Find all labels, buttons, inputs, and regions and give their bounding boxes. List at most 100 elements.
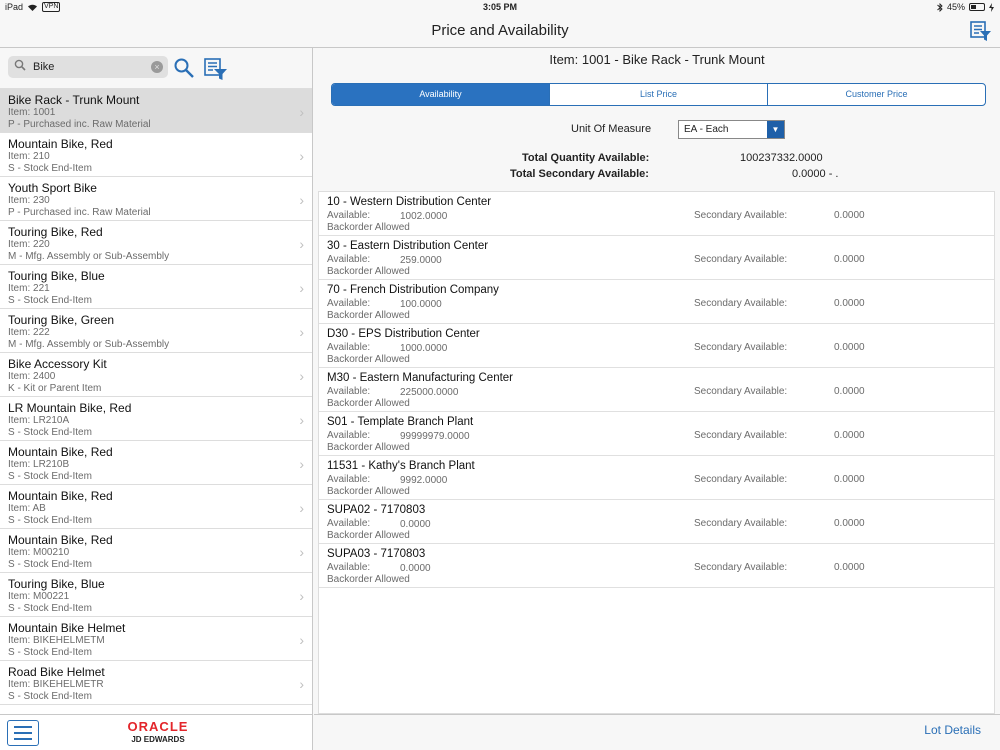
chevron-right-icon: › (299, 588, 304, 604)
uom-label: Unit Of Measure (571, 123, 652, 135)
available-label: Available: (327, 342, 371, 353)
page-title: Price and Availability (431, 22, 569, 39)
item-name: Touring Bike, Blue (8, 577, 105, 591)
secondary-value: 0.0000 (834, 210, 865, 221)
list-item[interactable]: Mountain Bike, Red Item: 210 S - Stock End… (0, 133, 312, 177)
battery-percent: 45% (946, 2, 965, 12)
available-value: 259.0000 (400, 255, 442, 266)
battery-icon (969, 3, 985, 11)
item-number: Item: LR210B (8, 459, 70, 470)
branch-name: S01 - Template Branch Plant (327, 416, 474, 428)
chevron-right-icon: › (299, 368, 304, 384)
available-value: 225000.0000 (400, 387, 459, 398)
list-item[interactable]: Bike Rack - Trunk Mount Item: 1001 P - Pur… (0, 89, 312, 133)
item-name: Bike Accessory Kit (8, 357, 107, 371)
available-label: Available: (327, 518, 371, 529)
backorder-label: Backorder Allowed (327, 266, 410, 277)
available-value: 9992.0000 (400, 475, 448, 486)
uom-value: EA - Each (684, 124, 729, 135)
branch-name: SUPA02 - 7170803 (327, 504, 426, 516)
secondary-value: 0.0000 (834, 474, 865, 485)
filter-button[interactable] (204, 57, 228, 81)
item-type: S - Stock End-Item (8, 427, 92, 438)
item-type: S - Stock End-Item (8, 163, 92, 174)
list-item[interactable]: Mountain Bike, Red Item: M00210 S - Stock … (0, 529, 312, 573)
total-secondary-value: 0.0000 - . (792, 168, 839, 180)
item-type: S - Stock End-Item (8, 691, 92, 702)
item-number: Item: M00221 (8, 591, 70, 602)
tab-customer-price[interactable]: Customer Price (767, 84, 985, 105)
charging-icon (989, 2, 994, 12)
branch-name: 10 - Western Distribution Center (327, 196, 492, 208)
item-name: Mountain Bike, Red (8, 533, 113, 547)
chevron-right-icon: › (299, 676, 304, 692)
clear-search-icon[interactable]: × (151, 61, 163, 73)
chevron-right-icon: › (299, 500, 304, 516)
list-item[interactable]: Touring Bike, Red Item: 220 M - Mfg. Assem… (0, 221, 312, 265)
branch-row: 11531 - Kathy's Branch Plant Available: 99… (319, 456, 994, 500)
available-value: 0.0000 (400, 563, 431, 574)
secondary-value: 0.0000 (834, 386, 865, 397)
item-title: Item: 1001 - Bike Rack - Trunk Mount (549, 52, 765, 67)
item-number: Item: 230 (8, 195, 50, 206)
secondary-value: 0.0000 (834, 254, 865, 265)
backorder-label: Backorder Allowed (327, 310, 410, 321)
secondary-label: Secondary Available: (694, 298, 788, 309)
backorder-label: Backorder Allowed (327, 530, 410, 541)
item-name: Touring Bike, Green (8, 313, 115, 327)
uom-select[interactable]: EA - Each ▼ (678, 120, 785, 139)
search-row: Bike × (0, 48, 312, 89)
item-name: Mountain Bike Helmet (8, 621, 126, 635)
item-name: Touring Bike, Blue (8, 269, 105, 283)
nav-bar: Price and Availability (0, 14, 1000, 48)
filter-list-icon[interactable] (970, 20, 992, 42)
tab-list-price[interactable]: List Price (549, 84, 767, 105)
branch-name: M30 - Eastern Manufacturing Center (327, 372, 514, 384)
branch-row: S01 - Template Branch Plant Available: 999… (319, 412, 994, 456)
list-item[interactable]: Touring Bike, Blue Item: M00221 S - Stock … (0, 573, 312, 617)
secondary-value: 0.0000 (834, 342, 865, 353)
list-item[interactable]: Mountain Bike Helmet Item: BIKEHELMETM S -… (0, 617, 312, 661)
tab-availability[interactable]: Availability (332, 84, 549, 105)
search-icon (14, 59, 26, 71)
clock: 3:05 PM (482, 2, 517, 12)
secondary-value: 0.0000 (834, 562, 865, 573)
list-item[interactable]: Touring Bike, Green Item: 222 M - Mfg. Ass… (0, 309, 312, 353)
backorder-label: Backorder Allowed (327, 354, 410, 365)
branch-row: 30 - Eastern Distribution Center Availabl… (319, 236, 994, 280)
chevron-right-icon: › (299, 632, 304, 648)
item-type: S - Stock End-Item (8, 515, 92, 526)
chevron-right-icon: › (299, 324, 304, 340)
item-number: Item: AB (8, 503, 46, 514)
branch-name: SUPA03 - 7170803 (327, 548, 426, 560)
list-item[interactable]: LR Mountain Bike, Red Item: LR210A S - Sto… (0, 397, 312, 441)
chevron-right-icon: › (299, 456, 304, 472)
list-item[interactable]: Youth Sport Bike Item: 230 P - Purchased i… (0, 177, 312, 221)
backorder-label: Backorder Allowed (327, 486, 410, 497)
search-input[interactable]: Bike × (8, 56, 168, 78)
lot-details-link[interactable]: Lot Details (924, 723, 981, 737)
secondary-label: Secondary Available: (694, 474, 788, 485)
available-value: 99999979.0000 (400, 431, 470, 442)
segmented-tabs: Availability List Price Customer Price (331, 83, 986, 106)
list-item[interactable]: Mountain Bike, Red Item: LR210B S - Stock … (0, 441, 312, 485)
item-number: Item: 220 (8, 239, 50, 250)
list-item[interactable]: Mountain Bike, Red Item: AB S - Stock End-… (0, 485, 312, 529)
search-button[interactable] (173, 57, 195, 79)
detail-pane: Item: 1001 - Bike Rack - Trunk Mount Ava… (314, 48, 1000, 750)
secondary-label: Secondary Available: (694, 562, 788, 573)
item-number: Item: LR210A (8, 415, 70, 426)
status-bar: iPad VPN 3:05 PM 45% (0, 0, 1000, 14)
total-qty-value: 100237332.0000 (740, 152, 823, 164)
available-label: Available: (327, 474, 371, 485)
item-name: Mountain Bike, Red (8, 489, 113, 503)
available-label: Available: (327, 562, 371, 573)
branch-row: 70 - French Distribution Company Availabl… (319, 280, 994, 324)
menu-button[interactable] (7, 720, 39, 746)
list-item[interactable]: Road Bike Helmet Item: BIKEHELMETR S - Sto… (0, 661, 312, 705)
chevron-right-icon: › (299, 544, 304, 560)
list-item[interactable]: Touring Bike, Blue Item: 221 S - Stock End… (0, 265, 312, 309)
item-type: S - Stock End-Item (8, 295, 92, 306)
list-item[interactable]: Bike Accessory Kit Item: 2400 K - Kit or P… (0, 353, 312, 397)
item-list: Bike Rack - Trunk Mount Item: 1001 P - Pur… (0, 89, 312, 705)
